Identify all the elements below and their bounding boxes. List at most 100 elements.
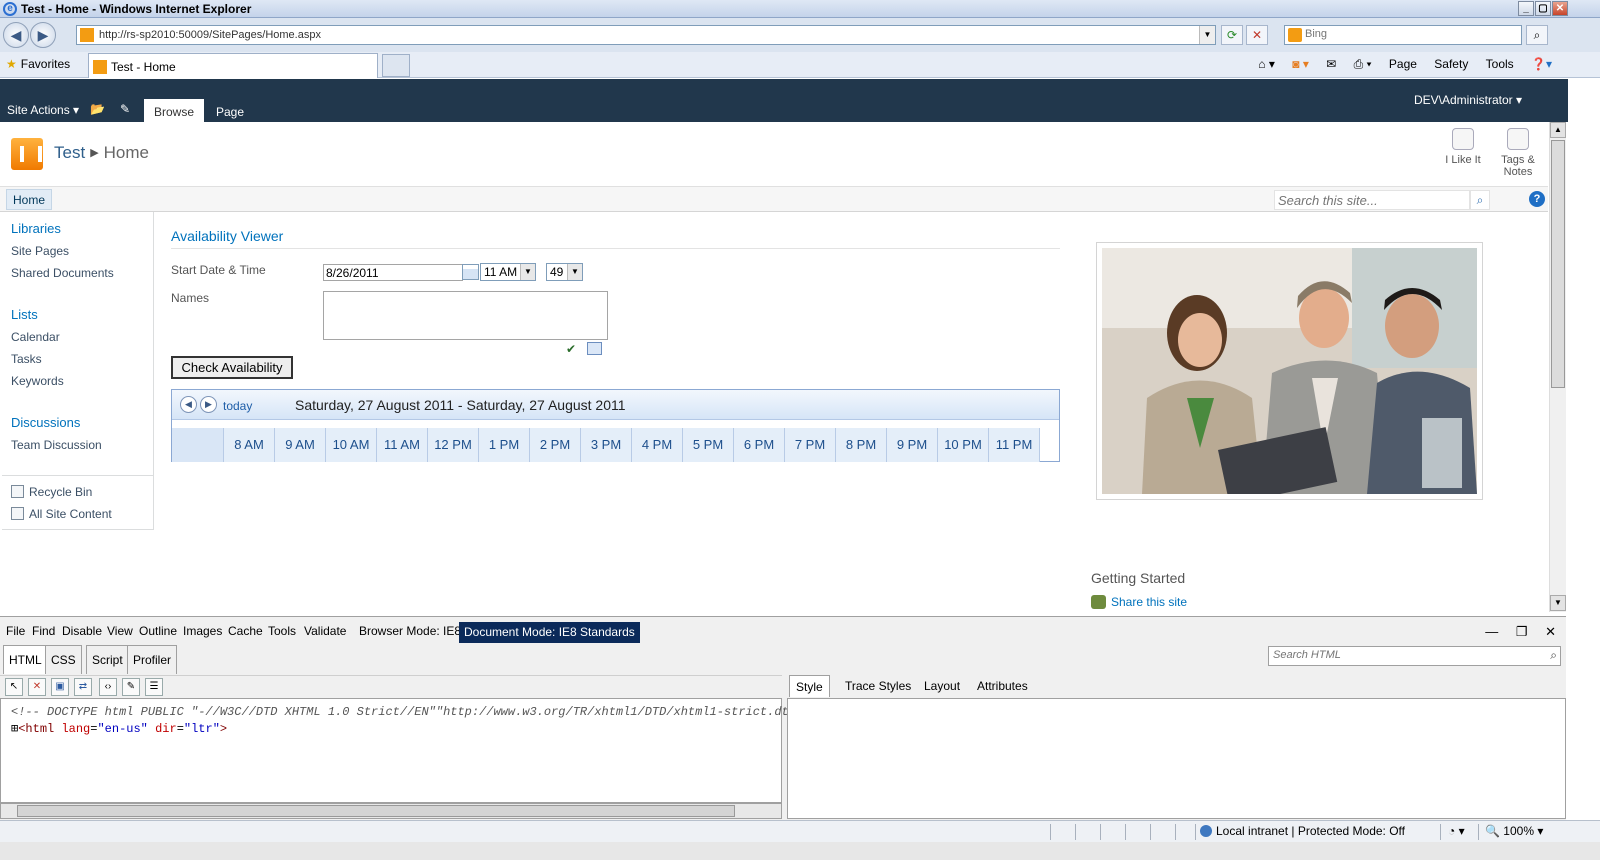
dt-menu-disable[interactable]: Disable: [62, 624, 102, 638]
breadcrumb-site[interactable]: Test: [54, 143, 85, 162]
scroll-down-icon[interactable]: ▼: [1550, 595, 1566, 611]
navigate-up-icon[interactable]: 📂: [90, 102, 106, 116]
home-icon[interactable]: ⌂ ▾: [1258, 57, 1275, 71]
recycle-bin-link[interactable]: Recycle Bin: [11, 485, 92, 499]
dt-menu-file[interactable]: File: [6, 624, 25, 638]
maximize-button[interactable]: ▢: [1535, 1, 1551, 16]
browser-tab-active[interactable]: Test - Home: [88, 53, 378, 78]
edit-page-icon[interactable]: ✎: [120, 102, 136, 116]
tab-page[interactable]: Page: [206, 99, 254, 122]
ql-item-keywords[interactable]: Keywords: [11, 374, 64, 388]
dt-menu-validate[interactable]: Validate: [304, 624, 346, 638]
refresh-button[interactable]: ⟳: [1221, 25, 1243, 45]
address-field[interactable]: http://rs-sp2010:50009/SitePages/Home.as…: [76, 25, 1216, 45]
back-button[interactable]: ◀: [3, 22, 29, 48]
site-actions-menu[interactable]: Site Actions ▾: [7, 103, 79, 117]
save-icon[interactable]: ▣: [51, 678, 69, 696]
ql-item-team-discussion[interactable]: Team Discussion: [11, 438, 102, 452]
minimize-button[interactable]: _: [1518, 1, 1534, 16]
stop-button[interactable]: ✕: [1246, 25, 1268, 45]
user-menu[interactable]: DEV\Administrator ▾: [1414, 93, 1522, 107]
dt-undock-icon[interactable]: ❐: [1516, 624, 1528, 639]
html-search-box[interactable]: ⌕: [1268, 646, 1561, 666]
topnav-home[interactable]: Home: [6, 189, 53, 210]
tab-profiler[interactable]: Profiler: [127, 645, 178, 674]
dt-menu-images[interactable]: Images: [183, 624, 222, 638]
calendar-icon[interactable]: [462, 264, 479, 280]
mail-icon[interactable]: ✉: [1326, 57, 1336, 71]
address-book-icon[interactable]: [587, 342, 602, 355]
search-go-icon[interactable]: ⌕: [1526, 25, 1548, 45]
tab-script[interactable]: Script: [86, 645, 129, 674]
tab-trace-styles[interactable]: Trace Styles: [839, 675, 917, 697]
new-tab-button[interactable]: [382, 54, 410, 77]
share-site-link[interactable]: Share this site: [1091, 595, 1187, 609]
hour-select[interactable]: 11 AM ▼: [480, 263, 536, 281]
word-wrap-icon[interactable]: ‹›: [99, 678, 117, 696]
edit-icon[interactable]: ✎: [122, 678, 140, 696]
document-mode-menu[interactable]: Document Mode: IE8 Standards: [459, 622, 640, 643]
tab-attributes[interactable]: Attributes: [971, 675, 1034, 697]
minute-select[interactable]: 49 ▼: [546, 263, 583, 281]
dt-menu-find[interactable]: Find: [32, 624, 55, 638]
favorites-button[interactable]: ★ Favorites: [6, 57, 70, 71]
tab-html[interactable]: HTML: [3, 645, 48, 674]
scroll-up-icon[interactable]: ▲: [1550, 122, 1566, 138]
tools-menu[interactable]: Tools: [1486, 57, 1514, 71]
dt-menu-cache[interactable]: Cache: [228, 624, 263, 638]
compatibility-icon[interactable]: ◔ ▾: [1448, 824, 1465, 838]
tags-notes-button[interactable]: Tags & Notes: [1489, 128, 1547, 178]
ql-lists-heading[interactable]: Lists: [11, 307, 38, 322]
close-window-button[interactable]: ✕: [1552, 1, 1568, 16]
webpart-title[interactable]: Availability Viewer: [171, 228, 283, 244]
dt-menu-outline[interactable]: Outline: [139, 624, 177, 638]
dt-close-icon[interactable]: ✕: [1545, 624, 1556, 639]
page-menu[interactable]: Page: [1389, 57, 1417, 71]
check-availability-button[interactable]: Check Availability: [171, 356, 293, 379]
site-search-button[interactable]: ⌕: [1470, 190, 1490, 210]
dt-menu-tools[interactable]: Tools: [268, 624, 296, 638]
search-icon[interactable]: ⌕: [1550, 648, 1557, 663]
ql-discussions-heading[interactable]: Discussions: [11, 415, 80, 430]
scroll-thumb[interactable]: [1551, 140, 1565, 388]
ql-libraries-heading[interactable]: Libraries: [11, 221, 61, 236]
tab-browse[interactable]: Browse: [144, 99, 205, 122]
page-scrollbar[interactable]: ▲ ▼: [1549, 122, 1566, 612]
help-icon[interactable]: ?: [1529, 191, 1545, 207]
tab-style[interactable]: Style: [789, 675, 830, 697]
help-menu-icon[interactable]: ❓▾: [1531, 57, 1552, 71]
html-node[interactable]: ⊞<html lang="en-us" dir="ltr">: [11, 721, 227, 736]
select-element-icon[interactable]: ↖: [5, 678, 23, 696]
clear-outlines-icon[interactable]: ✕: [28, 678, 46, 696]
safety-menu[interactable]: Safety: [1434, 57, 1468, 71]
check-names-icon[interactable]: ✔: [566, 342, 582, 356]
previous-day-icon[interactable]: ◀: [180, 396, 197, 413]
doctype-node[interactable]: <!-- DOCTYPE html PUBLIC "-//W3C//DTD XH…: [11, 705, 803, 719]
ql-item-tasks[interactable]: Tasks: [11, 352, 42, 366]
security-zone[interactable]: Local intranet | Protected Mode: Off: [1200, 824, 1405, 838]
all-site-content-link[interactable]: All Site Content: [11, 507, 112, 521]
refresh-icon[interactable]: ⇄: [74, 678, 92, 696]
browser-mode-menu[interactable]: Browser Mode: IE8: [359, 624, 461, 638]
next-day-icon[interactable]: ▶: [200, 396, 217, 413]
tab-layout[interactable]: Layout: [918, 675, 966, 697]
today-link[interactable]: today: [223, 399, 252, 413]
search-box[interactable]: [1284, 25, 1522, 45]
names-field[interactable]: [323, 291, 608, 340]
ql-item-shared-documents[interactable]: Shared Documents: [11, 266, 114, 280]
search-input[interactable]: [1305, 28, 1515, 40]
site-search-input[interactable]: [1278, 193, 1463, 208]
html-search-input[interactable]: [1273, 649, 1533, 661]
start-date-input[interactable]: [323, 264, 463, 281]
site-logo-icon[interactable]: [11, 138, 43, 170]
address-dropdown-icon[interactable]: ▼: [1199, 26, 1215, 44]
i-like-it-button[interactable]: I Like It: [1434, 128, 1492, 166]
forward-button[interactable]: ▶: [30, 22, 56, 48]
zoom-control[interactable]: 🔍 100% ▾: [1485, 824, 1543, 838]
dt-menu-view[interactable]: View: [107, 624, 133, 638]
site-search-box[interactable]: [1274, 190, 1470, 210]
dom-view-icon[interactable]: ☰: [145, 678, 163, 696]
hscroll-thumb[interactable]: [17, 805, 735, 817]
ql-item-site-pages[interactable]: Site Pages: [11, 244, 69, 258]
feeds-icon[interactable]: ◙ ▾: [1292, 57, 1309, 71]
